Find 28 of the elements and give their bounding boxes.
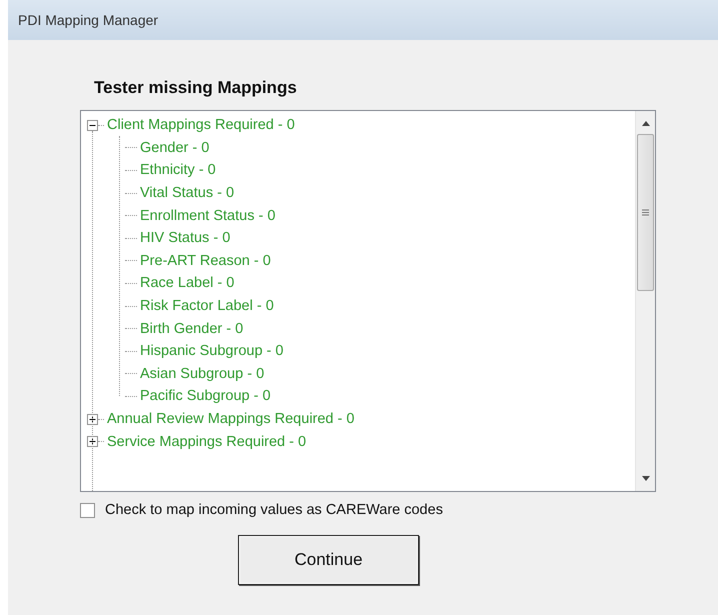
tree-node[interactable]: HIV Status - 0 xyxy=(140,230,230,246)
checkbox[interactable] xyxy=(80,502,95,518)
tree-node[interactable]: Hispanic Subgroup - 0 xyxy=(140,343,284,360)
tree-node[interactable]: Vital Status - 0 xyxy=(140,185,234,202)
tree-node[interactable]: Asian Subgroup - 0 xyxy=(140,366,264,382)
tree-node[interactable]: Ethnicity - 0 xyxy=(140,162,216,178)
expand-icon[interactable] xyxy=(87,436,98,448)
window-title: PDI Mapping Manager xyxy=(18,12,158,28)
checkbox-label: Check to map incoming values as CAREWare codes xyxy=(105,502,443,518)
tree-node[interactable]: Pacific Subgroup - 0 xyxy=(140,388,271,404)
tree-node[interactable]: Pre-ART Reason - 0 xyxy=(140,252,271,269)
tree-node[interactable]: Race Label - 0 xyxy=(140,275,234,292)
scroll-thumb[interactable] xyxy=(637,134,654,291)
tree-node[interactable]: Birth Gender - 0 xyxy=(140,320,244,337)
expand-icon[interactable] xyxy=(87,414,98,425)
heading: Tester missing Mappings xyxy=(94,78,297,98)
tree-node[interactable]: Annual Review Mappings Required - 0 xyxy=(107,411,354,428)
scrollbar[interactable] xyxy=(635,111,655,491)
continue-button[interactable]: Continue xyxy=(238,535,419,585)
tree-node[interactable]: Gender - 0 xyxy=(140,140,210,156)
collapse-icon[interactable] xyxy=(87,120,98,131)
grip-icon xyxy=(642,209,649,216)
tree-node[interactable]: Risk Factor Label - 0 xyxy=(140,298,274,314)
tree-node[interactable]: Service Mappings Required - 0 xyxy=(107,434,306,450)
scroll-down-icon[interactable] xyxy=(642,476,650,481)
tree-node[interactable]: Enrollment Status - 0 xyxy=(140,208,276,224)
tree-node[interactable]: Client Mappings Required - 0 xyxy=(107,117,295,134)
scroll-up-icon[interactable] xyxy=(642,121,650,126)
